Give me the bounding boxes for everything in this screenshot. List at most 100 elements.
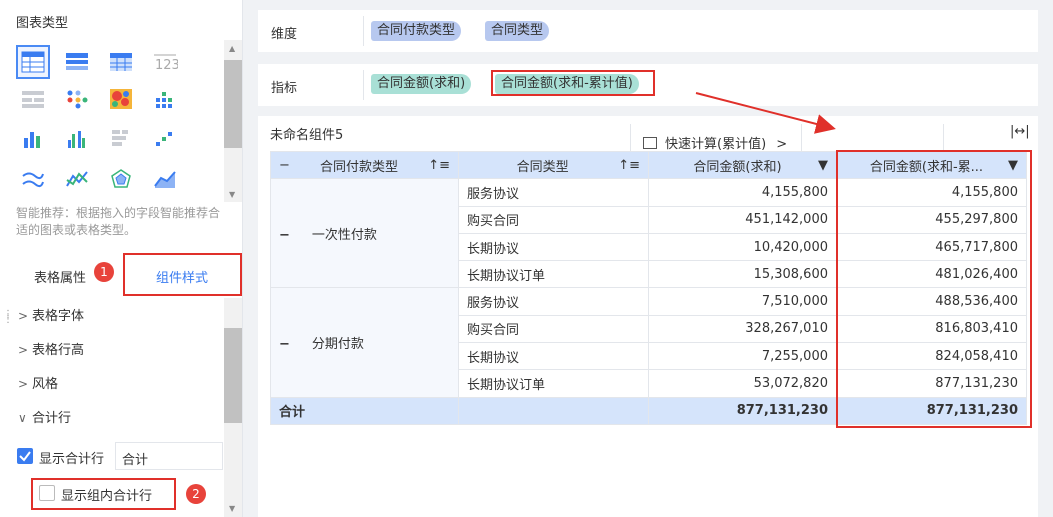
dimension-chip-contract-type[interactable]: 合同类型 [485,21,550,41]
total-label: 合计 [270,396,459,425]
smart-recommend-hint: 智能推荐：根据拖入的字段智能推荐合适的图表或表格类型。 [16,206,221,237]
indicator-label: 指标 [271,81,298,96]
contract-type-cell: 购买合同 [458,314,649,344]
style-panel-scrollbar[interactable]: ▼ [224,298,242,517]
collapse-group-icon[interactable]: − [279,228,290,243]
group-name: 一次性付款 [311,227,377,243]
menu-table-font-label: 表格字体 [32,309,85,324]
menu-total-row-label: 合计行 [32,411,72,426]
dropdown-icon[interactable]: ▼ [818,158,828,173]
quick-calc-label: 快速计算(累计值) [665,137,767,152]
highlight-box-cumulative-chip [491,70,655,96]
chart-type-scrollbar[interactable]: ▲ ▼ [224,40,242,202]
contract-type-cell: 购买合同 [458,205,649,234]
indicator-chip-amount-sum[interactable]: 合同金额(求和) [371,74,472,94]
indicator-row: 指标 合同金额(求和) 合同金额(求和-累计值) [258,64,1038,106]
collapse-group-icon[interactable]: − [279,337,290,352]
chevron-right-icon: > [18,343,29,357]
menu-table-font[interactable]: > 表格字体 [18,305,84,324]
highlight-box-group-total [31,478,176,510]
widget-title: 未命名组件5 [270,128,344,143]
dimension-chip-payment-type[interactable]: 合同付款类型 [371,21,462,41]
contract-type-cell: 长期协议 [458,232,649,262]
contract-type-cell: 长期协议订单 [458,260,649,289]
menu-table-row-height[interactable]: > 表格行高 [18,339,84,358]
heatmap-icon[interactable] [104,82,138,116]
menu-table-row-height-label: 表格行高 [32,343,85,358]
grid-icon[interactable] [16,82,50,116]
show-total-label: 显示合计行 [39,452,105,467]
line-chart-icon[interactable] [16,162,50,196]
group-name: 分期付款 [311,337,364,353]
expand-width-icon[interactable]: |↔| [1010,124,1030,139]
cross-table-icon[interactable] [60,45,94,79]
header-payment-type[interactable]: − 合同付款类型 ↑≡ [270,150,459,180]
header-payment-type-label: 合同付款类型 [320,159,399,175]
highlight-box-cumulative-column [836,150,1032,428]
dot-bar-icon[interactable] [148,82,182,116]
total-label-input[interactable]: 合计 [115,442,223,470]
header-amount-sum-label: 合同金额(求和) [693,159,782,175]
menu-style[interactable]: > 风格 [18,373,58,392]
bar-chart-icon[interactable] [16,122,50,156]
amount-cell: 15,308,600 [648,260,837,289]
amount-cell: 10,420,000 [648,232,837,262]
divider [363,70,364,100]
amount-cell: 451,142,000 [648,205,837,234]
header-amount-sum[interactable]: 合同金额(求和) ▼ [648,150,837,180]
amount-cell: 7,255,000 [648,342,837,371]
group-cell[interactable]: − 分期付款 [270,287,459,398]
step-icon[interactable] [148,122,182,156]
total-empty-cell [458,396,649,425]
drag-handle-icon[interactable]: ⋮ ⋮ [3,310,13,325]
scroll-down-icon[interactable]: ▼ [229,504,235,513]
horizontal-bar-icon[interactable] [104,122,138,156]
amount-cell: 7,510,000 [648,287,837,316]
chevron-right-icon: > [18,377,29,391]
amount-cell: 53,072,820 [648,369,837,398]
table-icon[interactable] [16,45,50,79]
svg-text:123: 123 [155,58,178,72]
step-badge-1: 1 [94,262,114,282]
chevron-right-icon: > [18,309,29,323]
show-total-checkbox[interactable] [17,448,33,464]
calculator-icon [643,137,657,149]
amount-cell: 4,155,800 [648,178,837,207]
group-cell[interactable]: − 一次性付款 [270,178,459,289]
detail-table-icon[interactable] [104,45,138,79]
chart-type-title: 图表类型 [16,16,69,31]
header-contract-type-label: 合同类型 [516,159,569,175]
area-chart-icon[interactable] [148,162,182,196]
header-contract-type[interactable]: 合同类型 ↑≡ [458,150,649,180]
multi-line-icon[interactable] [60,162,94,196]
highlight-box-component-style [123,253,242,296]
contract-type-cell: 服务协议 [458,287,649,316]
step-badge-2: 2 [186,484,206,504]
chevron-down-icon: ∨ [18,411,27,425]
sort-icon[interactable]: ↑≡ [428,158,450,173]
scroll-thumb[interactable] [224,60,242,148]
contract-type-cell: 长期协议 [458,342,649,371]
amount-cell: 328,267,010 [648,314,837,344]
left-panel: 图表类型 123 ▲ ▼ 智能推荐：根据拖入的字段智能推荐合适的图表或表格类型。… [0,0,243,517]
collapse-all-icon[interactable]: − [279,158,290,173]
grouped-bar-icon[interactable] [60,122,94,156]
scroll-thumb[interactable] [224,328,242,423]
total-amount: 877,131,230 [648,396,837,425]
menu-style-label: 风格 [32,377,59,392]
contract-type-cell: 服务协议 [458,178,649,207]
menu-total-row[interactable]: ∨ 合计行 [18,407,71,426]
chevron-right-icon: > [776,137,788,152]
radar-icon[interactable] [104,162,138,196]
scroll-up-icon[interactable]: ▲ [229,44,235,53]
quick-calc-button[interactable]: 快速计算(累计值) > [630,124,802,154]
dimension-label: 维度 [271,27,298,42]
dimension-row: 维度 合同付款类型 合同类型 [258,10,1038,52]
tab-table-props[interactable]: 表格属性 [34,267,86,286]
divider [363,16,364,46]
dot-grid-icon[interactable] [60,82,94,116]
scroll-down-icon[interactable]: ▼ [229,190,235,199]
number-icon[interactable]: 123 [148,45,182,79]
contract-type-cell: 长期协议订单 [458,369,649,398]
sort-icon[interactable]: ↑≡ [618,158,640,173]
